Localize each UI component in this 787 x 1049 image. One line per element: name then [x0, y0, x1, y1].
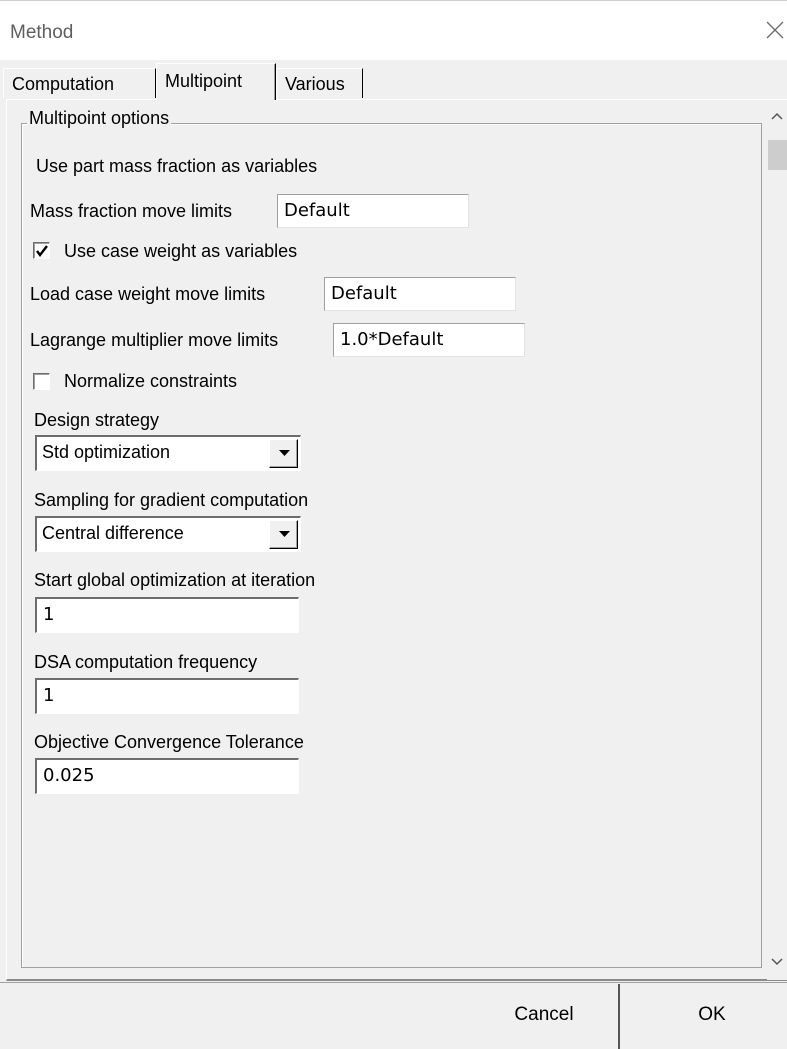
dropdown-button[interactable]	[269, 520, 298, 549]
mass-fraction-move-limits-label: Mass fraction move limits	[30, 201, 233, 221]
tab-computation[interactable]: Computation	[3, 68, 156, 98]
vertical-scrollbar[interactable]	[767, 100, 787, 980]
title-bar: Method	[0, 0, 787, 60]
start-global-optimization-label: Start global optimization at iteration	[34, 570, 316, 590]
design-strategy-select[interactable]: Std optimization	[35, 435, 301, 471]
dsa-computation-frequency-input[interactable]: 1	[35, 678, 299, 714]
start-global-optimization-input[interactable]: 1	[35, 597, 299, 633]
objective-convergence-tolerance-input[interactable]: 0.025	[35, 758, 299, 794]
sampling-gradient-select[interactable]: Central difference	[35, 516, 301, 552]
ok-button[interactable]: OK	[637, 984, 787, 1049]
tab-multipoint[interactable]: Multipoint	[156, 63, 276, 100]
lagrange-multiplier-move-limits-label: Lagrange multiplier move limits	[30, 330, 279, 350]
scroll-up-icon[interactable]	[767, 106, 787, 126]
tab-strip: Computation Multipoint Various	[0, 60, 787, 100]
sampling-gradient-label: Sampling for gradient computation	[34, 490, 309, 510]
dialog-body: Computation Multipoint Various Multipoin…	[0, 60, 787, 1049]
checkmark-icon	[36, 245, 48, 257]
scroll-down-icon[interactable]	[767, 952, 787, 972]
load-case-weight-move-limits-label: Load case weight move limits	[30, 284, 266, 304]
tab-various[interactable]: Various	[276, 68, 363, 98]
chevron-down-icon	[279, 531, 290, 537]
normalize-constraints-checkbox[interactable]	[33, 373, 50, 390]
window-title: Method	[10, 22, 74, 43]
cancel-button[interactable]: Cancel	[470, 984, 620, 1049]
sampling-gradient-value: Central difference	[42, 523, 184, 543]
dsa-computation-frequency-label: DSA computation frequency	[34, 652, 258, 672]
design-strategy-value: Std optimization	[42, 442, 171, 462]
group-label: Multipoint options	[27, 108, 172, 129]
normalize-constraints-label: Normalize constraints	[64, 371, 238, 391]
design-strategy-label: Design strategy	[34, 410, 160, 430]
chevron-down-icon	[279, 450, 290, 456]
close-icon[interactable]	[764, 19, 786, 41]
load-case-weight-move-limits-input[interactable]: Default	[324, 277, 516, 311]
dialog-footer: Cancel OK	[0, 982, 787, 1049]
mass-fraction-move-limits-input[interactable]: Default	[277, 194, 469, 228]
use-case-weight-checkbox[interactable]	[33, 242, 50, 259]
scroll-thumb[interactable]	[768, 140, 787, 170]
objective-convergence-tolerance-label: Objective Convergence Tolerance	[34, 732, 304, 752]
use-part-mass-fraction-label: Use part mass fraction as variables	[36, 156, 318, 176]
use-case-weight-label: Use case weight as variables	[64, 241, 298, 261]
lagrange-multiplier-move-limits-input[interactable]: 1.0*Default	[333, 323, 525, 357]
dropdown-button[interactable]	[269, 439, 298, 468]
tab-panel-multipoint: Multipoint options Use part mass fractio…	[6, 99, 787, 981]
